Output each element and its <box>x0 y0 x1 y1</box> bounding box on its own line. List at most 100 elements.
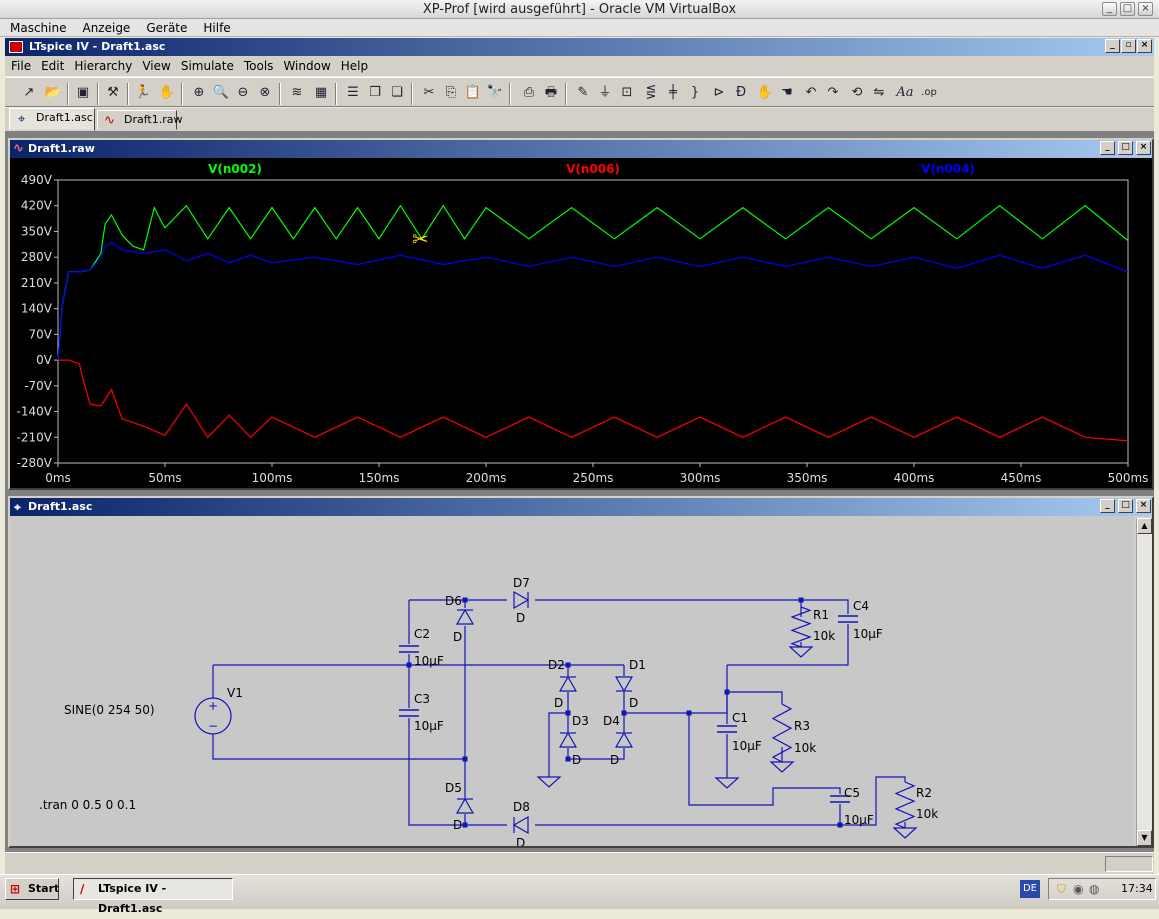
spice-directive-icon[interactable]: .op <box>919 83 939 103</box>
maximize-icon[interactable]: □ <box>1120 2 1135 16</box>
vm-menu-maschine[interactable]: Maschine <box>0 19 72 37</box>
find-icon[interactable]: 🔭 <box>485 83 505 103</box>
schematic-label[interactable]: 10k <box>916 807 938 821</box>
autorange-icon[interactable]: ≋ <box>287 83 307 103</box>
schematic-label[interactable]: D <box>554 696 563 710</box>
move-icon[interactable]: ✋ <box>755 83 775 103</box>
plot-maximize-icon[interactable]: □ <box>1118 141 1133 155</box>
cascade-icon[interactable]: ❐ <box>365 83 385 103</box>
save-icon[interactable]: ▣ <box>73 83 93 103</box>
schematic-label[interactable]: D <box>610 753 619 767</box>
undo-icon[interactable]: ↶ <box>801 83 821 103</box>
legend-label[interactable]: V(n006) <box>566 162 620 176</box>
schematic-label[interactable]: D6 <box>445 594 462 608</box>
schematic-label[interactable]: C3 <box>414 692 430 706</box>
diode-symbol[interactable] <box>455 608 475 625</box>
app-restore-icon[interactable]: ▫ <box>1121 39 1136 53</box>
halt-icon[interactable]: ✋ <box>157 83 177 103</box>
schematic-label[interactable]: C2 <box>414 627 430 641</box>
redo-icon[interactable]: ↷ <box>823 83 843 103</box>
app-minimize-icon[interactable]: _ <box>1105 39 1120 53</box>
scroll-down-icon[interactable]: ▼ <box>1137 830 1152 846</box>
schematic-label[interactable]: D8 <box>513 800 530 814</box>
label-net-icon[interactable]: ⊡ <box>617 83 637 103</box>
schematic-label[interactable]: D <box>572 753 581 767</box>
mirror-icon[interactable]: ⇋ <box>869 83 889 103</box>
schematic-label[interactable]: C4 <box>853 599 869 613</box>
schematic-label[interactable]: D <box>516 611 525 625</box>
component-icon[interactable]: Ð <box>731 83 751 103</box>
schematic-maximize-icon[interactable]: □ <box>1118 499 1133 513</box>
schematic-label[interactable]: D <box>516 836 525 846</box>
legend-label[interactable]: V(n002) <box>208 162 262 176</box>
schematic-label[interactable]: .tran 0 0.5 0 0.1 <box>39 798 136 812</box>
schematic-canvas[interactable]: +−D7DD6DC210µFC310µFV1SINE(0 254 50)D2DD… <box>10 516 1134 846</box>
schematic-label[interactable]: D <box>453 630 462 644</box>
schematic-minimize-icon[interactable]: _ <box>1100 499 1115 513</box>
schematic-label[interactable]: 10k <box>813 629 835 643</box>
menu-hierarchy[interactable]: Hierarchy <box>68 56 136 76</box>
run-icon[interactable]: 🏃 <box>133 83 153 103</box>
print-setup-icon[interactable]: ⎙ <box>519 83 539 103</box>
paste-icon[interactable]: 📋 <box>463 83 483 103</box>
diode-symbol[interactable] <box>558 675 578 692</box>
language-indicator[interactable]: DE <box>1020 880 1040 898</box>
resistor-icon[interactable]: ⋚ <box>641 83 661 103</box>
schematic-label[interactable]: 10µF <box>414 719 444 733</box>
menu-view[interactable]: View <box>136 56 174 76</box>
volume-icon[interactable]: ◍ <box>1089 879 1099 899</box>
schematic-label[interactable]: 10µF <box>732 739 762 753</box>
schematic-label[interactable]: R1 <box>813 608 829 622</box>
text-icon[interactable]: Aa <box>895 83 915 103</box>
security-shield-icon[interactable]: ⛉ <box>1057 879 1066 899</box>
schematic-label[interactable]: 10µF <box>414 654 444 668</box>
schematic-label[interactable]: R2 <box>916 786 932 800</box>
vm-menu-hilfe[interactable]: Hilfe <box>193 19 236 37</box>
schematic-label[interactable]: V1 <box>227 686 243 700</box>
menu-simulate[interactable]: Simulate <box>175 56 238 76</box>
new-schematic-icon[interactable]: ↗ <box>19 83 39 103</box>
capacitor-icon[interactable]: ╪ <box>663 83 683 103</box>
tile-horizontal-icon[interactable]: ☰ <box>343 83 363 103</box>
open-folder-icon[interactable]: 📂 <box>43 83 63 103</box>
print-icon[interactable]: 🖶 <box>541 83 561 103</box>
tab-draft1-raw[interactable]: ∿ Draft1.raw <box>97 110 182 130</box>
diode-symbol[interactable] <box>455 797 475 814</box>
plot-close-icon[interactable]: × <box>1136 141 1151 155</box>
ground-icon[interactable]: ⏚ <box>595 83 615 103</box>
schematic-label[interactable]: C5 <box>844 786 860 800</box>
diode-symbol[interactable] <box>513 590 530 610</box>
tab-draft1-asc[interactable]: ⌖ Draft1.asc <box>9 108 95 131</box>
schematic-label[interactable]: D7 <box>513 576 530 590</box>
menu-tools[interactable]: Tools <box>238 56 278 76</box>
resistor-symbol[interactable] <box>894 781 916 829</box>
start-button[interactable]: ⊞ Start <box>5 878 59 900</box>
schematic-label[interactable]: D <box>629 696 638 710</box>
network-icon[interactable]: ◉ <box>1073 879 1083 899</box>
schematic-label[interactable]: 10µF <box>853 627 883 641</box>
schematic-scrollbar[interactable]: ▲ ▼ <box>1136 518 1152 846</box>
schematic-label[interactable]: C1 <box>732 711 748 725</box>
copy-icon[interactable]: ⎘ <box>441 83 461 103</box>
rotate-icon[interactable]: ⟲ <box>847 83 867 103</box>
close-icon[interactable]: × <box>1138 2 1153 16</box>
schematic-label[interactable]: D5 <box>445 781 462 795</box>
vm-menu-anzeige[interactable]: Anzeige <box>72 19 136 37</box>
schematic-label[interactable]: D2 <box>548 658 565 672</box>
schematic-label[interactable]: D3 <box>572 714 589 728</box>
grid-icon[interactable]: ▦ <box>311 83 331 103</box>
diode-symbol[interactable] <box>558 731 578 748</box>
minimize-icon[interactable]: _ <box>1102 2 1117 16</box>
drag-icon[interactable]: ☚ <box>777 83 797 103</box>
zoom-fit-icon[interactable]: ⊗ <box>255 83 275 103</box>
zoom-in-icon[interactable]: ⊕ <box>189 83 209 103</box>
scroll-up-icon[interactable]: ▲ <box>1137 518 1152 534</box>
schematic-label[interactable]: D1 <box>629 658 646 672</box>
cut-icon[interactable]: ✂ <box>419 83 439 103</box>
legend-label[interactable]: V(n004) <box>921 162 975 176</box>
menu-edit[interactable]: Edit <box>35 56 68 76</box>
menu-window[interactable]: Window <box>277 56 334 76</box>
diode-symbol[interactable] <box>614 731 634 748</box>
plot-minimize-icon[interactable]: _ <box>1100 141 1115 155</box>
tile-vertical-icon[interactable]: ❏ <box>387 83 407 103</box>
